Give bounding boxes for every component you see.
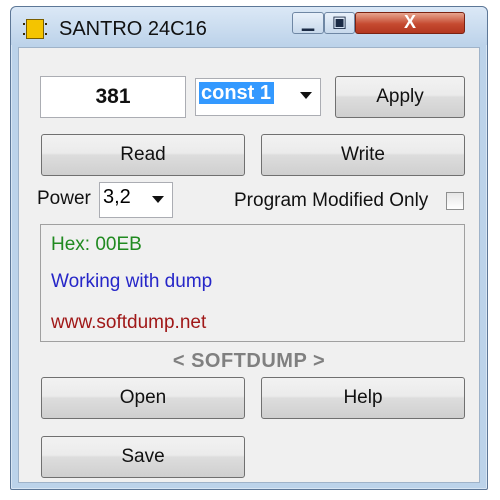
power-label: Power	[37, 188, 91, 209]
write-button[interactable]: Write	[261, 134, 465, 176]
help-button[interactable]: Help	[261, 377, 465, 419]
app-window: SANTRO 24C16 ▁ ▣ X 381 const 1 Apply Rea…	[10, 6, 488, 490]
chevron-down-icon	[300, 92, 312, 99]
open-button[interactable]: Open	[41, 377, 245, 419]
save-button[interactable]: Save	[41, 436, 245, 478]
apply-button[interactable]: Apply	[335, 76, 465, 118]
chip-icon	[23, 19, 47, 39]
client-area: 381 const 1 Apply Read Write Power 3,2 P…	[18, 47, 480, 483]
brand-label: < SOFTDUMP >	[172, 350, 326, 372]
log-line-status: Working with dump	[51, 271, 213, 292]
const-select-value: const 1	[199, 82, 275, 105]
power-select[interactable]: 3,2	[99, 182, 173, 218]
maximize-button[interactable]: ▣	[324, 12, 355, 34]
program-modified-label: Program Modified Only	[234, 190, 429, 211]
close-button[interactable]: X	[355, 12, 465, 34]
const-select[interactable]: const 1	[195, 78, 321, 116]
title-bar[interactable]: SANTRO 24C16 ▁ ▣ X	[11, 7, 487, 45]
chevron-down-icon	[152, 196, 164, 203]
minimize-button[interactable]: ▁	[292, 12, 324, 34]
program-modified-checkbox[interactable]	[446, 192, 464, 210]
log-line-url: www.softdump.net	[51, 312, 207, 333]
value-field[interactable]: 381	[40, 76, 186, 118]
window-title: SANTRO 24C16	[59, 18, 207, 40]
log-line-hex: Hex: 00EB	[51, 234, 142, 255]
read-button[interactable]: Read	[41, 134, 245, 176]
power-select-value: 3,2	[103, 186, 131, 208]
log-panel: Hex: 00EB Working with dump www.softdump…	[40, 224, 465, 342]
